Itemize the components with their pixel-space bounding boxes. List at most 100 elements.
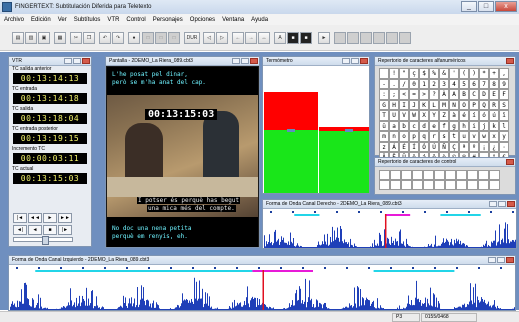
control-cell[interactable]: [456, 180, 467, 190]
char-cell[interactable]: j: [479, 120, 489, 131]
box-icon[interactable]: [347, 32, 359, 44]
transport-button[interactable]: ►: [43, 213, 57, 223]
box-icon[interactable]: □: [142, 32, 154, 44]
copy-icon[interactable]: ❐: [83, 32, 95, 44]
char-cell[interactable]: ç: [409, 68, 419, 79]
char-cell[interactable]: q: [419, 131, 429, 142]
transport-button[interactable]: |►: [58, 224, 72, 235]
record-icon[interactable]: ●: [128, 32, 140, 44]
char-cell[interactable]: É: [399, 141, 409, 152]
subtitle-segment[interactable]: [294, 214, 320, 216]
char-cell[interactable]: Z: [439, 110, 449, 121]
maximize-icon[interactable]: [351, 58, 359, 64]
char-cell[interactable]: 4: [449, 78, 459, 89]
char-cell[interactable]: R: [489, 99, 499, 110]
char-cell[interactable]: ú: [489, 110, 499, 121]
char-cell[interactable]: à: [449, 110, 459, 121]
maximize-icon[interactable]: [73, 58, 81, 64]
minimize-icon[interactable]: [488, 257, 496, 263]
arrow-left-icon[interactable]: ←: [232, 32, 244, 44]
char-cell[interactable]: 0: [409, 78, 419, 89]
control-cell[interactable]: [434, 180, 445, 190]
char-cell[interactable]: S: [499, 99, 509, 110]
char-cell[interactable]: 6: [469, 78, 479, 89]
menu-edicion[interactable]: Edición: [31, 17, 51, 23]
char-cell[interactable]: Q: [479, 99, 489, 110]
box-icon[interactable]: [399, 32, 411, 44]
char-cell[interactable]: u: [459, 131, 469, 142]
transport-button[interactable]: ■: [43, 224, 57, 235]
char-cell[interactable]: -: [379, 78, 389, 89]
char-cell[interactable]: B: [459, 89, 469, 100]
subtitle-segment[interactable]: [252, 270, 313, 272]
control-cell[interactable]: [390, 180, 401, 190]
new-file-icon[interactable]: ▤: [12, 32, 24, 44]
minimize-icon[interactable]: [64, 58, 72, 64]
control-cell[interactable]: [478, 180, 489, 190]
waveform-right[interactable]: [264, 210, 516, 248]
close-icon[interactable]: [507, 201, 515, 207]
char-cell[interactable]: 7: [479, 78, 489, 89]
char-cell[interactable]: a: [389, 120, 399, 131]
char-cell[interactable]: G: [379, 99, 389, 110]
undo-icon[interactable]: ↶: [99, 32, 111, 44]
char-cell[interactable]: ï: [499, 110, 509, 121]
control-cell[interactable]: [489, 180, 500, 190]
subtitle-segment[interactable]: [373, 270, 455, 272]
char-cell[interactable]: Ç: [449, 141, 459, 152]
waveform-left[interactable]: [10, 266, 515, 310]
char-cell[interactable]: V: [399, 110, 409, 121]
subtitle-segment[interactable]: [384, 214, 411, 216]
close-icon[interactable]: [506, 257, 514, 263]
char-cell[interactable]: ª: [459, 141, 469, 152]
control-cell[interactable]: [379, 170, 390, 180]
menu-ventana[interactable]: Ventana: [222, 17, 244, 23]
maximize-icon[interactable]: [498, 201, 506, 207]
char-cell[interactable]: W: [409, 110, 419, 121]
char-cell[interactable]: ¿: [489, 141, 499, 152]
control-cell[interactable]: [401, 180, 412, 190]
box-icon[interactable]: □: [168, 32, 180, 44]
dur-button[interactable]: DUR: [184, 32, 200, 44]
minimize-icon[interactable]: [342, 58, 350, 64]
char-cell[interactable]: º: [469, 141, 479, 152]
char-cell[interactable]: t: [449, 131, 459, 142]
char-cell[interactable]: h: [459, 120, 469, 131]
menu-personajes[interactable]: Personajes: [153, 17, 183, 23]
char-cell[interactable]: Ó: [419, 141, 429, 152]
control-cell[interactable]: [489, 170, 500, 180]
char-cell[interactable]: 2: [429, 78, 439, 89]
control-cell[interactable]: [456, 170, 467, 180]
font-icon[interactable]: A: [274, 32, 286, 44]
box-icon[interactable]: [360, 32, 372, 44]
char-cell[interactable]: N: [449, 99, 459, 110]
menu-archivo[interactable]: Archivo: [4, 17, 24, 23]
control-cell[interactable]: [390, 170, 401, 180]
char-cell[interactable]: r: [429, 131, 439, 142]
char-cell[interactable]: T: [379, 110, 389, 121]
char-cell[interactable]: m: [379, 131, 389, 142]
char-cell[interactable]: í: [469, 110, 479, 121]
control-cell[interactable]: [412, 170, 423, 180]
char-cell[interactable]: .: [389, 78, 399, 89]
box-icon[interactable]: [386, 32, 398, 44]
char-cell[interactable]: i: [469, 120, 479, 131]
menu-ayuda[interactable]: Ayuda: [251, 17, 268, 23]
char-cell[interactable]: k: [489, 120, 499, 131]
char-cell[interactable]: d: [419, 120, 429, 131]
char-cell[interactable]: F: [499, 89, 509, 100]
char-cell[interactable]: Ú: [429, 141, 439, 152]
close-icon[interactable]: [250, 58, 258, 64]
step-back-icon[interactable]: ◁: [203, 32, 215, 44]
char-cell[interactable]: 8: [489, 78, 499, 89]
char-cell[interactable]: v: [469, 131, 479, 142]
char-cell[interactable]: À: [439, 89, 449, 100]
char-cell[interactable]: o: [399, 131, 409, 142]
close-icon[interactable]: [82, 58, 90, 64]
transport-button[interactable]: ►►: [58, 213, 72, 223]
char-cell[interactable]: Ñ: [439, 141, 449, 152]
char-cell[interactable]: p: [409, 131, 419, 142]
char-cell[interactable]: <: [399, 89, 409, 100]
char-cell[interactable]: ?: [429, 89, 439, 100]
control-cell[interactable]: [467, 180, 478, 190]
